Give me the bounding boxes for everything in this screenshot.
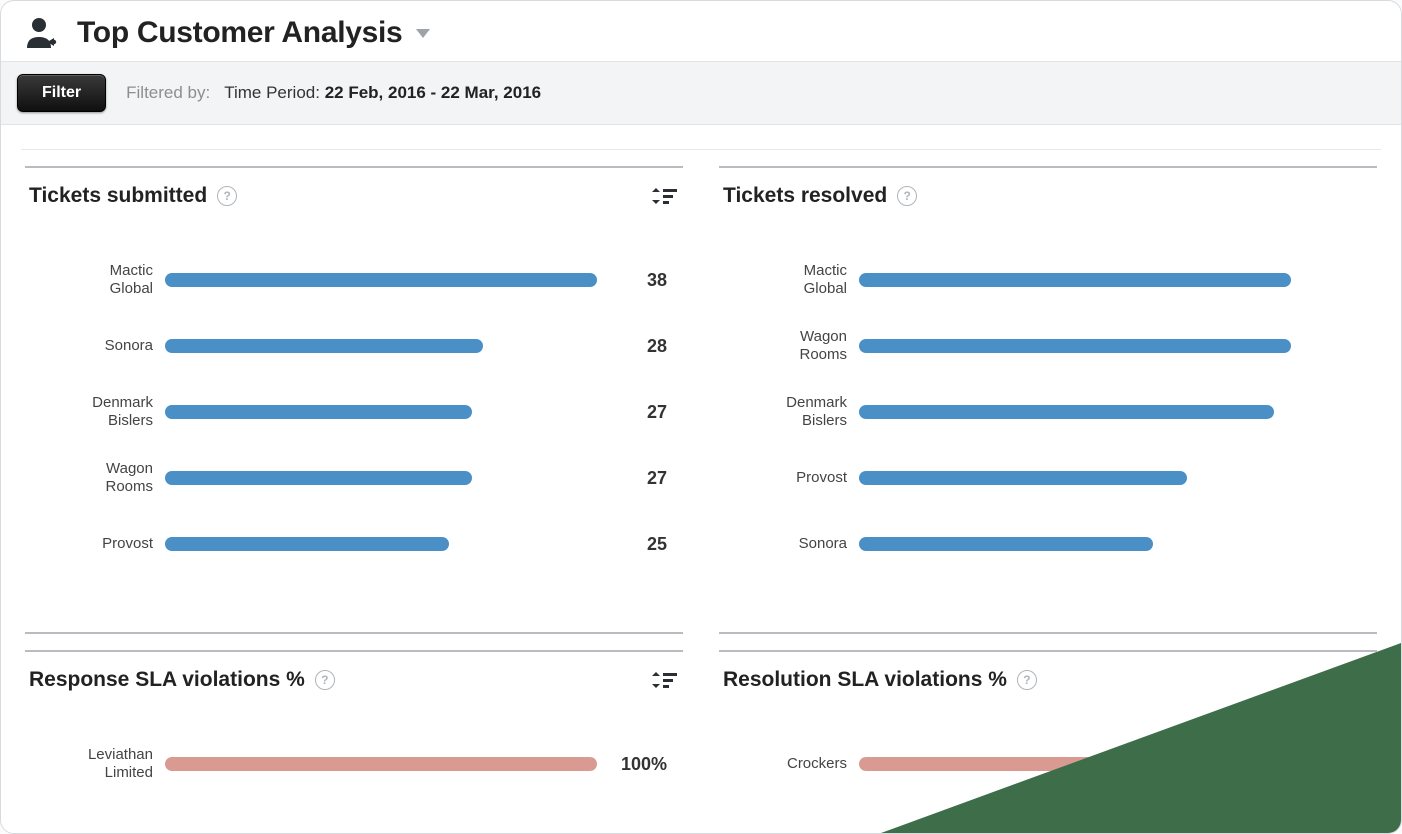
chart-row: DenmarkBislers24	[729, 386, 1367, 438]
chart-bar[interactable]	[165, 537, 449, 551]
chart-resolution-sla: Crockers100%	[719, 700, 1377, 834]
chart-row-value: 38	[597, 270, 673, 291]
sort-icon[interactable]	[651, 184, 679, 208]
chart-row-label: DenmarkBislers	[729, 394, 859, 430]
chart-row: Sonora 28	[35, 320, 673, 372]
chart-row: DenmarkBislers 27	[35, 386, 673, 438]
chart-row-value: 100%	[597, 754, 673, 775]
help-icon[interactable]: ?	[897, 186, 917, 206]
chart-row-label: MacticGlobal	[35, 262, 165, 298]
chart-row: Provost 25	[35, 518, 673, 570]
filter-period-value: 22 Feb, 2016 - 22 Mar, 2016	[325, 83, 541, 102]
chart-row: Crockers100%	[729, 738, 1367, 790]
panel-resolution-sla: Resolution SLA violations % ? Crockers10…	[719, 634, 1377, 834]
sort-icon[interactable]	[651, 668, 679, 692]
chart-row-value: 27	[597, 402, 673, 423]
chart-bar-track	[859, 404, 1291, 420]
chart-bar-track	[165, 470, 597, 486]
chart-response-sla: LeviathanLimited 100%	[25, 700, 683, 834]
app-window: Top Customer Analysis Filter Filtered by…	[0, 0, 1402, 834]
help-icon[interactable]: ?	[315, 670, 335, 690]
chart-bar-track	[859, 756, 1291, 772]
chart-bar[interactable]	[165, 405, 472, 419]
chart-row-label: DenmarkBislers	[35, 394, 165, 430]
chart-bar[interactable]	[859, 757, 1291, 771]
panel-title: Resolution SLA violations %	[723, 668, 1007, 692]
chart-bar-track	[165, 338, 597, 354]
chart-row: Provost19	[729, 452, 1367, 504]
chart-row-label: MacticGlobal	[729, 262, 859, 298]
chart-row-label: Crockers	[729, 755, 859, 773]
help-icon[interactable]: ?	[217, 186, 237, 206]
chevron-down-icon	[416, 29, 430, 38]
chart-tickets-resolved: MacticGlobal25 WagonRooms25 DenmarkBislers…	[719, 216, 1377, 624]
filter-period-prefix: Time Period:	[224, 83, 320, 102]
panel-header: Tickets resolved ?	[719, 166, 1377, 216]
panel-tickets-submitted: Tickets submitted ? MacticGlobal 38 Sonora…	[25, 150, 683, 634]
chart-bar[interactable]	[859, 537, 1153, 551]
chart-bar-track	[859, 470, 1291, 486]
filter-button[interactable]: Filter	[17, 74, 106, 112]
chart-row: LeviathanLimited 100%	[35, 738, 673, 790]
panel-header: Response SLA violations % ?	[25, 650, 683, 700]
filter-summary: Filtered by: Time Period: 22 Feb, 2016 -…	[126, 83, 541, 103]
chart-row-value: 27	[597, 468, 673, 489]
page-header: Top Customer Analysis	[1, 1, 1401, 61]
chart-row: Sonora17	[729, 518, 1367, 570]
panels-grid: Tickets submitted ? MacticGlobal 38 Sonora…	[1, 150, 1401, 834]
chart-row-label: LeviathanLimited	[35, 746, 165, 782]
chart-row-value: 25	[597, 534, 673, 555]
chart-row-label: Sonora	[729, 535, 859, 553]
chart-row: MacticGlobal25	[729, 254, 1367, 306]
chart-bar[interactable]	[165, 471, 472, 485]
chart-tickets-submitted: MacticGlobal38Sonora28DenmarkBislers27Wa…	[25, 216, 683, 624]
chart-bar[interactable]	[165, 757, 597, 771]
customer-icon	[23, 15, 59, 51]
chart-bar-track	[165, 756, 597, 772]
chart-bar[interactable]	[859, 339, 1291, 353]
chart-row-label: Sonora	[35, 337, 165, 355]
page-title-dropdown[interactable]: Top Customer Analysis	[77, 16, 430, 50]
chart-bar-track	[859, 536, 1291, 552]
chart-bar[interactable]	[165, 339, 483, 353]
panel-tickets-resolved: Tickets resolved ? MacticGlobal25 WagonRo…	[719, 150, 1377, 634]
panel-title: Tickets resolved	[723, 184, 887, 208]
chart-row-label: WagonRooms	[729, 328, 859, 364]
chart-row: WagonRooms 27	[35, 452, 673, 504]
chart-bar-track	[165, 272, 597, 288]
filter-bar: Filter Filtered by: Time Period: 22 Feb,…	[1, 61, 1401, 125]
chart-bar[interactable]	[859, 405, 1274, 419]
chart-bar[interactable]	[165, 273, 597, 287]
chart-row-value: 28	[597, 336, 673, 357]
chart-row-label: WagonRooms	[35, 460, 165, 496]
panel-response-sla: Response SLA violations % ? LeviathanLim…	[25, 634, 683, 834]
chart-row: MacticGlobal 38	[35, 254, 673, 306]
chart-bar[interactable]	[859, 471, 1187, 485]
chart-row-label: Provost	[729, 469, 859, 487]
panel-title: Tickets submitted	[29, 184, 207, 208]
panel-header: Resolution SLA violations % ?	[719, 650, 1377, 700]
person-badge-icon	[23, 15, 59, 51]
chart-bar-track	[165, 404, 597, 420]
filtered-by-label: Filtered by:	[126, 83, 210, 103]
panel-header: Tickets submitted ?	[25, 166, 683, 216]
panel-title: Response SLA violations %	[29, 668, 305, 692]
chart-row-label: Provost	[35, 535, 165, 553]
chart-bar[interactable]	[859, 273, 1291, 287]
page-title: Top Customer Analysis	[77, 16, 402, 50]
help-icon[interactable]: ?	[1017, 670, 1037, 690]
chart-bar-track	[859, 338, 1291, 354]
chart-bar-track	[165, 536, 597, 552]
chart-row: WagonRooms25	[729, 320, 1367, 372]
chart-bar-track	[859, 272, 1291, 288]
